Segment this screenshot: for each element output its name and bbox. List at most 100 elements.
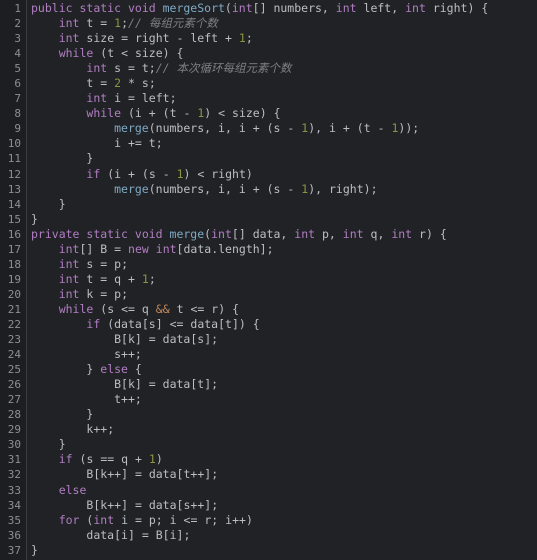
code-line[interactable]: B[k] = data[s]; xyxy=(31,332,537,347)
line-number[interactable]: 22 xyxy=(0,317,26,332)
code-identifier: t xyxy=(86,271,94,286)
line-number[interactable]: 13 xyxy=(0,182,26,197)
code-line[interactable]: while (s <= q && t <= r) { xyxy=(31,302,537,317)
code-line[interactable]: private static void merge(int[] data, in… xyxy=(31,227,537,242)
code-line[interactable]: i += t; xyxy=(31,136,537,151)
line-number[interactable]: 4 xyxy=(0,46,26,61)
line-number[interactable]: 14 xyxy=(0,197,26,212)
code-punctuation: { xyxy=(134,362,142,377)
line-number[interactable]: 35 xyxy=(0,513,26,528)
code-punctuation: , xyxy=(280,226,288,241)
code-punctuation: ) xyxy=(363,181,371,196)
code-line[interactable]: } xyxy=(31,437,537,452)
code-line[interactable]: int t = q + 1; xyxy=(31,272,537,287)
line-number[interactable]: 11 xyxy=(0,151,26,166)
line-number[interactable]: 18 xyxy=(0,257,26,272)
code-punctuation: [ xyxy=(231,226,239,241)
code-line[interactable]: k++; xyxy=(31,422,537,437)
code-punctuation: - xyxy=(287,181,295,196)
code-line[interactable]: int t = 1;// 每组元素个数 xyxy=(31,16,537,31)
line-number[interactable]: 20 xyxy=(0,287,26,302)
code-identifier: t xyxy=(86,76,94,91)
code-line[interactable]: } xyxy=(31,197,537,212)
code-line[interactable]: merge(numbers, i, i + (s - 1), right); xyxy=(31,182,537,197)
code-keyword: else xyxy=(100,362,128,377)
code-line[interactable]: } xyxy=(31,151,537,166)
code-line[interactable]: } xyxy=(31,543,537,558)
code-keyword: for xyxy=(58,512,80,527)
code-line[interactable]: B[k++] = data[t++]; xyxy=(31,467,537,482)
code-line[interactable]: } else { xyxy=(31,362,537,377)
line-number[interactable]: 6 xyxy=(0,76,26,91)
code-identifier: i xyxy=(329,121,336,136)
code-line[interactable]: if (s == q + 1) xyxy=(31,452,537,467)
line-number[interactable]: 24 xyxy=(0,347,26,362)
code-punctuation: < xyxy=(169,316,177,331)
code-line[interactable]: t = 2 * s; xyxy=(31,76,537,91)
line-number[interactable]: 37 xyxy=(0,543,26,558)
line-number[interactable]: 26 xyxy=(0,377,26,392)
code-line[interactable]: B[k++] = data[s++]; xyxy=(31,498,537,513)
line-number[interactable]: 17 xyxy=(0,242,26,257)
code-method-name: merge xyxy=(114,181,149,196)
line-number[interactable]: 12 xyxy=(0,167,26,182)
line-number[interactable]: 10 xyxy=(0,136,26,151)
code-line[interactable]: int s = t;// 本次循环每组元素个数 xyxy=(31,61,537,76)
line-number[interactable]: 28 xyxy=(0,407,26,422)
line-number-gutter[interactable]: 1 2 3 4 5 6 7 8 9 10 11 12 13 14 15 16 17 18 19 20 21 22 23 24 2… xyxy=(0,0,27,560)
line-number[interactable]: 32 xyxy=(0,467,26,482)
code-line[interactable]: int size = right - left + 1; xyxy=(31,31,537,46)
code-line[interactable]: } xyxy=(31,212,537,227)
code-line[interactable]: else xyxy=(31,483,537,498)
line-number[interactable]: 9 xyxy=(0,121,26,136)
code-punctuation: ) xyxy=(259,106,267,121)
line-number[interactable]: 2 xyxy=(0,16,26,31)
code-keyword: int xyxy=(58,241,80,256)
code-line[interactable]: } xyxy=(31,407,537,422)
code-line[interactable]: public static void mergeSort(int[] numbe… xyxy=(31,1,537,16)
line-number[interactable]: 34 xyxy=(0,498,26,513)
code-punctuation: + xyxy=(342,121,350,136)
line-number[interactable]: 8 xyxy=(0,106,26,121)
line-number[interactable]: 33 xyxy=(0,483,26,498)
line-number[interactable]: 15 xyxy=(0,212,26,227)
code-keyword: if xyxy=(86,316,101,331)
line-number[interactable]: 29 xyxy=(0,422,26,437)
code-line[interactable]: while (t < size) { xyxy=(31,46,537,61)
code-line[interactable]: int k = p; xyxy=(31,287,537,302)
code-line[interactable]: data[i] = B[i]; xyxy=(31,528,537,543)
line-number[interactable]: 3 xyxy=(0,31,26,46)
code-editor[interactable]: 1 2 3 4 5 6 7 8 9 10 11 12 13 14 15 16 17 18 19 20 21 22 23 24 2… xyxy=(0,0,537,560)
line-number[interactable]: 23 xyxy=(0,332,26,347)
code-punctuation: , xyxy=(321,1,329,15)
code-punctuation: ; xyxy=(211,512,219,527)
line-number[interactable]: 1 xyxy=(0,1,26,16)
code-line[interactable]: B[k] = data[t]; xyxy=(31,377,537,392)
code-identifier: size xyxy=(86,31,115,46)
line-number[interactable]: 31 xyxy=(0,452,26,467)
code-line[interactable]: if (i + (s - 1) < right) xyxy=(31,167,537,182)
code-line[interactable]: for (int i = p; i <= r; i++) xyxy=(31,513,537,528)
code-line[interactable]: while (i + (t - 1) < size) { xyxy=(31,106,537,121)
line-number[interactable]: 27 xyxy=(0,392,26,407)
code-punctuation: ; xyxy=(245,31,253,46)
code-line[interactable]: int s = p; xyxy=(31,257,537,272)
code-line[interactable]: s++; xyxy=(31,347,537,362)
line-number[interactable]: 7 xyxy=(0,91,26,106)
code-content-area[interactable]: public static void mergeSort(int[] numbe… xyxy=(27,0,537,560)
line-number[interactable]: 19 xyxy=(0,272,26,287)
code-punctuation: } xyxy=(86,151,94,166)
line-number[interactable]: 16 xyxy=(0,227,26,242)
line-number[interactable]: 21 xyxy=(0,302,26,317)
code-identifier: t xyxy=(107,46,115,61)
code-identifier: q xyxy=(114,271,122,286)
line-number[interactable]: 36 xyxy=(0,528,26,543)
code-line[interactable]: int i = left; xyxy=(31,91,537,106)
line-number[interactable]: 25 xyxy=(0,362,26,377)
code-line[interactable]: merge(numbers, i, i + (s - 1), i + (t - … xyxy=(31,121,537,136)
code-line[interactable]: int[] B = new int[data.length]; xyxy=(31,242,537,257)
line-number[interactable]: 30 xyxy=(0,437,26,452)
line-number[interactable]: 5 xyxy=(0,61,26,76)
code-line[interactable]: if (data[s] <= data[t]) { xyxy=(31,317,537,332)
code-line[interactable]: t++; xyxy=(31,392,537,407)
